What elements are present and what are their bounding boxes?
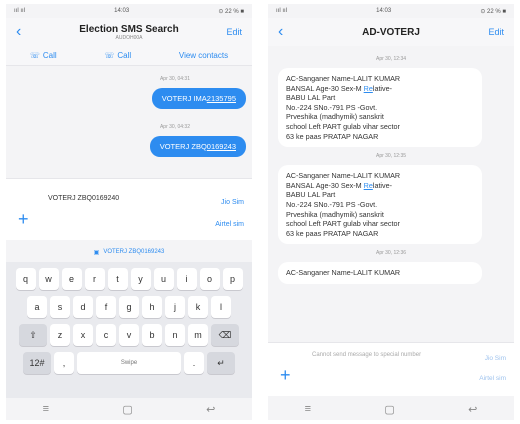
key-n[interactable]: n — [165, 324, 185, 346]
battery-indicator: ⊙ 22 % ■ — [218, 8, 244, 15]
title-bar: ‹ AD-VOTERJ Edit — [268, 18, 514, 46]
key-c[interactable]: c — [96, 324, 116, 346]
key-o[interactable]: o — [199, 268, 220, 290]
message-timestamp: Apr 30, 12:36 — [375, 250, 407, 257]
virtual-keyboard: q w e r t y u i o p a s d f g h j k l ⇧ … — [6, 262, 252, 398]
message-input-disabled[interactable]: Cannot send message to special number — [312, 351, 432, 359]
space-key[interactable]: Swipe — [77, 352, 181, 374]
battery-indicator: ⊙ 22 % ■ — [480, 8, 506, 15]
send-jio-sim-button[interactable]: Jio Sim — [221, 199, 244, 206]
paste-suggestion[interactable]: ▣ VOTERJ ZBQ0169243 — [6, 244, 252, 260]
relative-link[interactable]: Re — [364, 181, 373, 190]
key-s[interactable]: s — [50, 296, 70, 318]
system-nav-bar: ≡ ▢ ↩ — [268, 398, 514, 420]
key-e[interactable]: e — [61, 268, 82, 290]
key-b[interactable]: b — [142, 324, 162, 346]
key-x[interactable]: x — [73, 324, 93, 346]
call-button-1[interactable]: ☏ Call — [30, 51, 57, 60]
conversation-title: AD-VOTERJ — [362, 26, 420, 38]
message-timestamp: Apr 30, 04:31 — [159, 76, 190, 82]
system-nav-bar: ≡ ▢ ↩ — [6, 398, 252, 420]
phone-number-link[interactable]: 0169243 — [207, 142, 236, 151]
key-u[interactable]: u — [153, 268, 174, 290]
message-timestamp: Apr 30, 12:34 — [375, 56, 407, 62]
period-key[interactable]: . — [184, 352, 204, 374]
menu-icon[interactable]: ≡ — [305, 403, 311, 415]
shift-key[interactable]: ⇧ — [19, 324, 47, 346]
status-time: 14:03 — [114, 8, 130, 14]
send-airtel-sim-button[interactable]: Airtel sim — [479, 375, 506, 382]
view-contacts-link[interactable]: View contacts — [179, 51, 228, 60]
add-attachment-icon[interactable]: + — [280, 365, 291, 386]
incoming-message[interactable]: AC-Sanganer Name-LALIT KUMAR — [278, 262, 482, 284]
back-chevron-icon[interactable]: ‹ — [278, 23, 302, 41]
clipboard-icon: ▣ — [93, 249, 100, 256]
backspace-key[interactable]: ⌫ — [211, 324, 239, 346]
call-button-2[interactable]: ☏ Call — [104, 51, 131, 60]
key-y[interactable]: y — [130, 268, 151, 290]
compose-area: VOTERJ ZBQ0169240 + Jio Sim Airtel sim — [6, 178, 252, 240]
keyboard-row-1: q w e r t y u i o p — [9, 268, 249, 290]
phone-icon: ☏ — [29, 51, 40, 60]
edit-button[interactable]: Edit — [480, 27, 504, 37]
key-q[interactable]: q — [15, 268, 36, 290]
conversation-subtitle: AUDOH00A — [115, 34, 143, 41]
message-timestamp: Apr 30, 12:35 — [375, 153, 407, 160]
home-icon[interactable]: ▢ — [384, 403, 394, 416]
edit-button[interactable]: Edit — [218, 27, 242, 37]
signal-indicator: ııl ııl — [276, 8, 288, 14]
back-icon[interactable]: ↩ — [206, 403, 215, 416]
status-bar: ııl ııl 14:03 ⊙ 22 % ■ — [6, 4, 252, 18]
add-attachment-icon[interactable]: + — [18, 209, 29, 230]
incoming-message[interactable]: AC-Sanganer Name-LALIT KUMAR BANSAL Age-… — [278, 165, 482, 245]
key-d[interactable]: d — [73, 296, 93, 318]
message-thread: Apr 30, 12:34 AC-Sanganer Name-LALIT KUM… — [268, 56, 514, 340]
phone-screen-left: ııl ııl 14:03 ⊙ 22 % ■ ‹ Election SMS Se… — [6, 4, 252, 420]
status-time: 14:03 — [376, 8, 392, 14]
menu-icon[interactable]: ≡ — [43, 403, 49, 415]
key-t[interactable]: t — [107, 268, 128, 290]
home-icon[interactable]: ▢ — [122, 403, 132, 416]
keyboard-row-2: a s d f g h j k l — [9, 296, 249, 318]
key-i[interactable]: i — [176, 268, 197, 290]
status-bar: ııl ııl 14:03 ⊙ 22 % ■ — [268, 4, 514, 18]
phone-number-link[interactable]: 2135795 — [207, 94, 236, 103]
outgoing-message[interactable]: VOTERJ ZBQ0169243 — [149, 136, 246, 157]
back-chevron-icon[interactable]: ‹ — [16, 23, 40, 41]
numbers-key[interactable]: 12# — [23, 352, 51, 374]
phone-screen-right: ııl ııl 14:03 ⊙ 22 % ■ ‹ AD-VOTERJ Edit … — [268, 4, 514, 420]
key-a[interactable]: a — [27, 296, 47, 318]
key-p[interactable]: p — [222, 268, 243, 290]
compose-area: Cannot send message to special number + … — [268, 342, 514, 396]
enter-key[interactable]: ↵ — [207, 352, 235, 374]
phone-icon: ☏ — [104, 51, 115, 60]
key-l[interactable]: l — [211, 296, 231, 318]
action-bar: ☏ Call ☏ Call View contacts — [6, 46, 252, 66]
keyboard-row-3: ⇧ z x c v b n m ⌫ — [9, 324, 249, 346]
comma-key[interactable]: , — [54, 352, 74, 374]
signal-indicator: ııl ııl — [14, 8, 26, 14]
key-m[interactable]: m — [188, 324, 208, 346]
keyboard-row-4: 12# , Swipe . ↵ — [9, 352, 249, 374]
key-r[interactable]: r — [84, 268, 105, 290]
back-icon[interactable]: ↩ — [468, 403, 477, 416]
send-jio-sim-button[interactable]: Jio Sim — [485, 355, 506, 362]
key-j[interactable]: j — [165, 296, 185, 318]
message-timestamp: Apr 30, 04:32 — [159, 124, 190, 130]
incoming-message[interactable]: AC-Sanganer Name-LALIT KUMAR BANSAL Age-… — [278, 68, 482, 148]
key-z[interactable]: z — [50, 324, 70, 346]
title-bar: ‹ Election SMS Search AUDOH00A Edit — [6, 18, 252, 46]
key-g[interactable]: g — [119, 296, 139, 318]
message-thread: Apr 30, 04:31 VOTERJ IMA2135795 Apr 30, … — [6, 66, 252, 196]
key-k[interactable]: k — [188, 296, 208, 318]
key-w[interactable]: w — [38, 268, 59, 290]
outgoing-message[interactable]: VOTERJ IMA2135795 — [151, 88, 246, 109]
send-airtel-sim-button[interactable]: Airtel sim — [215, 221, 244, 228]
key-f[interactable]: f — [96, 296, 116, 318]
relative-link[interactable]: Re — [364, 84, 373, 93]
key-h[interactable]: h — [142, 296, 162, 318]
key-v[interactable]: v — [119, 324, 139, 346]
conversation-title: Election SMS Search — [79, 23, 179, 35]
message-input[interactable]: VOTERJ ZBQ0169240 — [48, 195, 119, 202]
